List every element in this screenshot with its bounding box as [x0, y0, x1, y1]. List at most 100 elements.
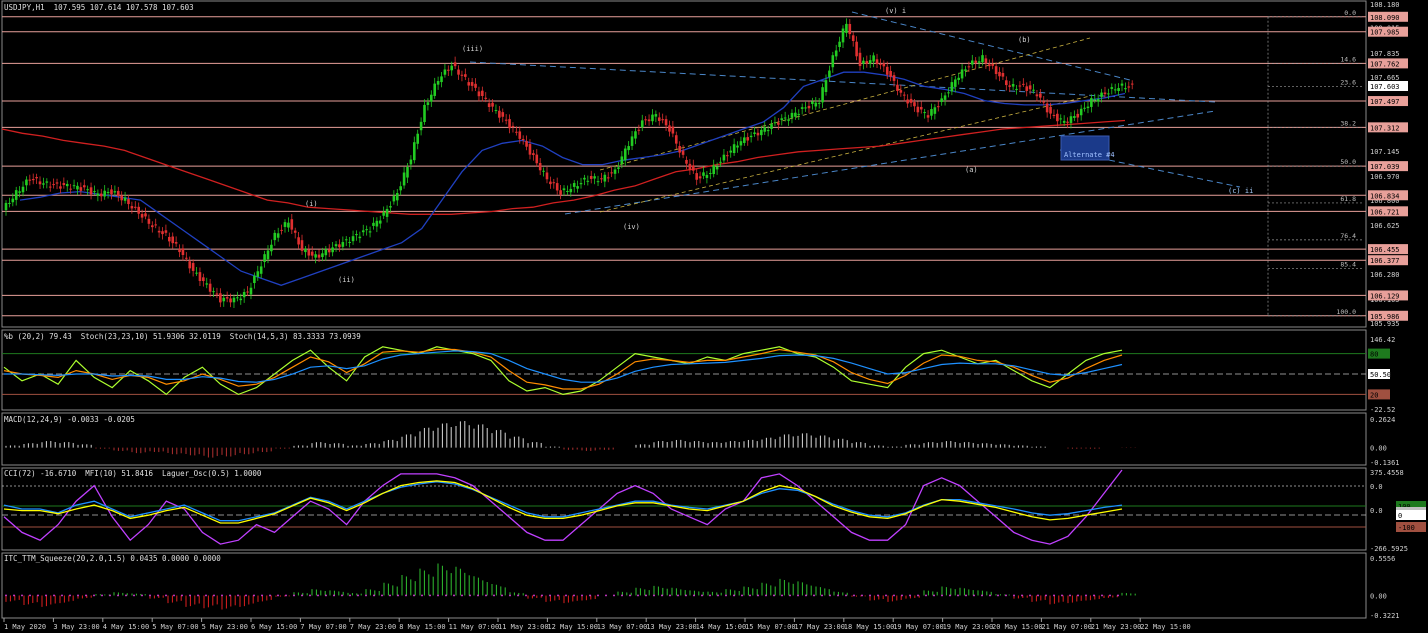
- panel-frame-1: [1, 329, 1367, 411]
- price-chart[interactable]: 0.0 14.6 23.6 38.2 50.0 61.8 76.4 85.4 100.0 (v) …: [0, 0, 1428, 633]
- candle-body: [671, 126, 675, 134]
- x-tick-label: 5 May 07:00: [152, 623, 198, 631]
- level-tag: 105.986: [1370, 313, 1400, 321]
- candle-body: [698, 176, 702, 179]
- candle-body: [392, 195, 396, 202]
- candle-body: [562, 188, 566, 191]
- squeeze-dot: [573, 594, 575, 597]
- level-tag: 107.312: [1370, 124, 1400, 132]
- panel2-header: MACD(12,24,9) -0.0033 -0.0205: [4, 415, 135, 424]
- panel3-tick: 0.0: [1370, 483, 1383, 491]
- level-tag: 107.497: [1370, 98, 1400, 106]
- candle-body: [331, 247, 334, 253]
- candle-body: [52, 184, 55, 186]
- squeeze-dot: [669, 594, 671, 597]
- candle-body: [760, 129, 763, 136]
- squeeze-dot: [397, 594, 399, 597]
- trend-channel-line: [564, 110, 1216, 215]
- candle-body: [1059, 118, 1063, 120]
- candle-body: [885, 66, 889, 75]
- candle-body: [419, 121, 423, 131]
- candle-body: [256, 271, 260, 277]
- level-tag: 108.090: [1370, 14, 1400, 22]
- candle-body: [324, 249, 328, 256]
- candle-body: [620, 156, 624, 165]
- candle-body: [470, 82, 474, 86]
- level-tag: 107.762: [1370, 60, 1400, 68]
- squeeze-dot: [245, 594, 247, 597]
- trend-channel-line: [469, 61, 1216, 103]
- squeeze-dot: [405, 594, 407, 597]
- squeeze-dot: [93, 594, 95, 597]
- squeeze-dot: [597, 594, 599, 597]
- candle-body: [845, 23, 848, 33]
- squeeze-dot: [493, 594, 495, 597]
- squeeze-dot: [1117, 594, 1119, 597]
- squeeze-dot: [933, 594, 935, 597]
- candle-body: [45, 181, 49, 183]
- panel4-tick: -0.3221: [1370, 612, 1400, 620]
- panel3-tag: 0: [1398, 512, 1402, 520]
- squeeze-dot: [885, 594, 887, 597]
- candle-body: [566, 190, 569, 192]
- squeeze-dot: [997, 594, 999, 597]
- panel1-tag: 80: [1370, 351, 1378, 359]
- candle-body: [824, 80, 828, 92]
- squeeze-dot: [1077, 594, 1079, 597]
- candle-body: [430, 94, 433, 102]
- candle-body: [208, 283, 212, 292]
- candle-body: [382, 212, 385, 216]
- candle-body: [300, 240, 304, 251]
- candle-body: [188, 261, 192, 269]
- fib-label: 0.0: [1344, 9, 1356, 17]
- squeeze-dot: [613, 594, 615, 597]
- candle-body: [35, 177, 38, 179]
- squeeze-dot: [261, 594, 263, 597]
- panel1-tick: 146.42: [1370, 336, 1395, 344]
- squeeze-dot: [917, 594, 919, 597]
- candle-body: [1083, 107, 1086, 109]
- level-tag: 106.721: [1370, 208, 1400, 216]
- candle-body: [412, 142, 416, 161]
- squeeze-dot: [813, 594, 815, 597]
- squeeze-dot: [717, 594, 719, 597]
- candle-body: [433, 83, 437, 96]
- candle-body: [270, 244, 273, 252]
- candle-body: [99, 193, 103, 197]
- fib-label: 23.6: [1340, 78, 1356, 86]
- price-tick: 106.625: [1370, 222, 1400, 230]
- candle-body: [276, 233, 280, 238]
- candle-body: [86, 189, 89, 191]
- candle-body: [8, 202, 11, 204]
- squeeze-dot: [733, 594, 735, 597]
- candle-body: [123, 197, 127, 201]
- candle-body: [130, 206, 134, 209]
- candle-body: [559, 190, 562, 195]
- squeeze-dot: [541, 594, 543, 597]
- candle-body: [545, 172, 549, 180]
- level-tag: 107.985: [1370, 29, 1400, 37]
- cci-series-0: [3, 469, 1123, 545]
- squeeze-dot: [229, 594, 231, 597]
- squeeze-dot: [605, 594, 607, 597]
- candle-body: [338, 244, 341, 248]
- candle-body: [236, 297, 239, 299]
- squeeze-dot: [277, 594, 279, 597]
- squeeze-dot: [845, 594, 847, 597]
- squeeze-dot: [293, 594, 295, 597]
- candle-body: [55, 182, 59, 184]
- candle-body: [800, 107, 804, 109]
- candle-body: [940, 98, 943, 103]
- candle-body: [865, 61, 869, 64]
- squeeze-dot: [429, 594, 431, 597]
- squeeze-dot: [941, 594, 943, 597]
- candle-body: [1103, 92, 1107, 95]
- candle-body: [225, 297, 229, 299]
- candle-body: [96, 193, 100, 196]
- candle-body: [511, 125, 515, 127]
- squeeze-dot: [829, 594, 831, 597]
- x-tick-label: 13 May 07:00: [597, 623, 648, 631]
- candle-body: [1028, 85, 1032, 90]
- candle-body: [202, 277, 205, 282]
- squeeze-dot: [1101, 594, 1103, 597]
